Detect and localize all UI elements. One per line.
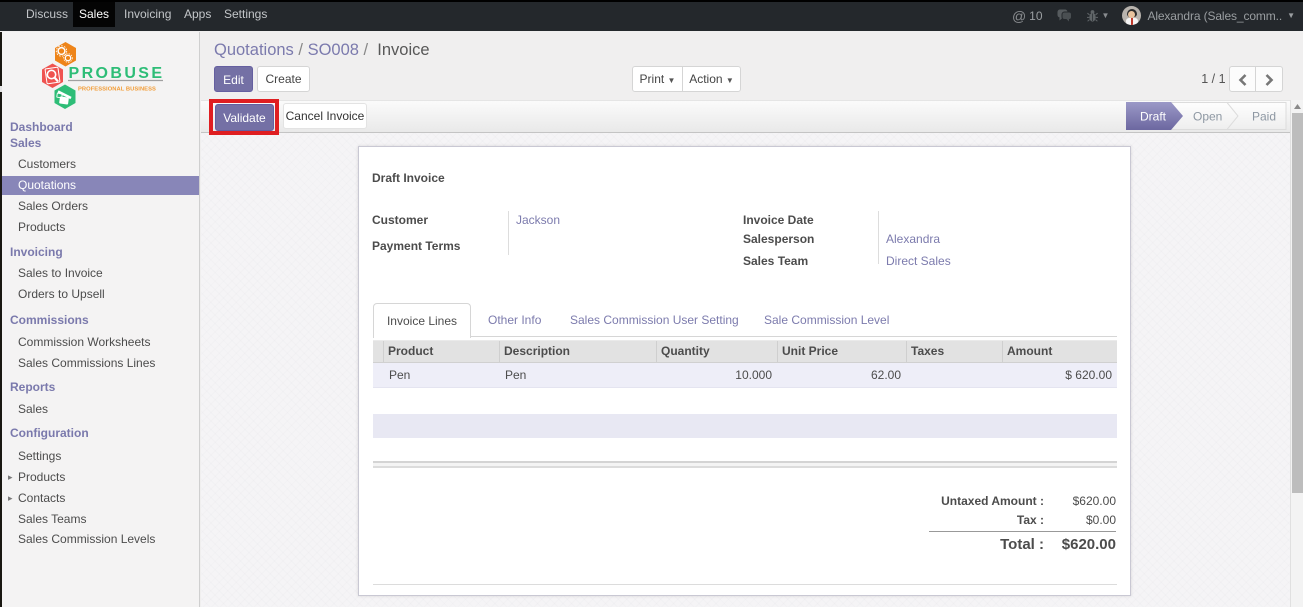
svg-text:Paid: Paid bbox=[1252, 110, 1276, 124]
svg-text:PROFESSIONAL BUSINESS: PROFESSIONAL BUSINESS bbox=[78, 87, 156, 93]
svg-text:Open: Open bbox=[1193, 110, 1222, 124]
svg-text:Draft: Draft bbox=[1140, 110, 1167, 124]
svg-text:PROBUSE: PROBUSE bbox=[69, 65, 165, 82]
